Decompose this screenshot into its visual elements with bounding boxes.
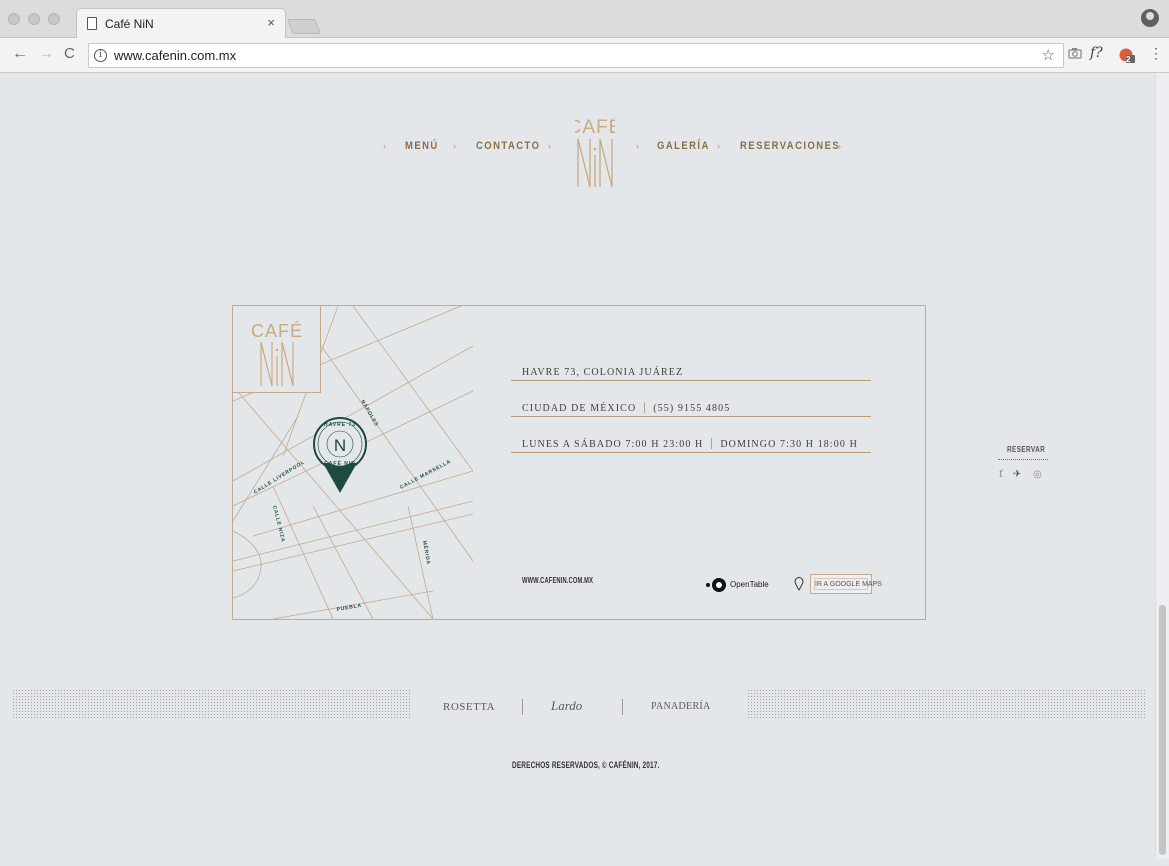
site-info-icon[interactable]: i: [94, 49, 107, 62]
reload-button[interactable]: C: [64, 45, 75, 62]
hours-line: LUNES A SÁBADO 7:00 H 23:00 H DOMINGO 7:3…: [522, 438, 858, 450]
nav-arrow-icon: ›: [548, 141, 551, 151]
city-phone-line: CIUDAD DE MÉXICO (55) 9155 4805: [522, 402, 730, 414]
sunday-hours-text: DOMINGO 7:30 H 18:00 H: [720, 439, 858, 450]
footer-dot-pattern: [12, 689, 410, 719]
card-logo: CAFÉ: [233, 306, 321, 393]
reservar-link[interactable]: RESERVAR: [1007, 445, 1045, 454]
profile-icon[interactable]: [1141, 9, 1159, 27]
forward-button[interactable]: →: [38, 45, 54, 63]
contact-card: NÁPOLES CALLE LIVERPOOL CALLE MARSELLA C…: [232, 305, 926, 620]
window-zoom-button[interactable]: [48, 13, 60, 25]
pin-ring-top-text: HAVRE 73: [324, 422, 356, 428]
footer-separator: [622, 699, 623, 715]
cafe-nin-logo[interactable]: CAFÉ: [568, 113, 621, 189]
panaderia-link[interactable]: PANADERÍA: [651, 701, 711, 712]
city-text: CIUDAD DE MÉXICO: [522, 403, 637, 414]
footer-dot-pattern: [747, 689, 1145, 719]
pin-letter: N: [334, 436, 346, 455]
formula-extension-icon[interactable]: f?: [1090, 45, 1103, 61]
nav-menu-link[interactable]: MENÚ: [405, 140, 439, 152]
browser-tab-bar: Café NiN ×: [0, 0, 1169, 39]
twitter-icon[interactable]: ✈: [1013, 469, 1021, 480]
nav-contacto-link[interactable]: CONTACTO: [476, 140, 540, 152]
divider: [511, 452, 871, 453]
url-text[interactable]: www.cafenin.com.mx: [114, 48, 236, 63]
reservar-divider: [998, 459, 1048, 461]
window-close-button[interactable]: [8, 13, 20, 25]
nav-arrow-icon: ›: [383, 141, 386, 151]
map-pin-icon[interactable]: HAVRE 73 CAFÉ NIN N: [311, 417, 367, 493]
back-button[interactable]: ←: [12, 45, 28, 63]
opentable-logo-icon: [712, 578, 726, 592]
address-bar[interactable]: i www.cafenin.com.mx ☆: [88, 43, 1064, 68]
extension-badge-count: 2: [1126, 55, 1131, 64]
map-street-label: MÉRIDA: [421, 540, 433, 566]
rosetta-link[interactable]: ROSETTA: [443, 701, 495, 713]
card-logo-text-top: CAFÉ: [251, 321, 303, 341]
page-scrollbar[interactable]: [1155, 73, 1169, 859]
page-content: › MENÚ › CONTACTO › CAFÉ › GALERÍA › RES…: [0, 73, 1155, 859]
tab-title: Café NiN: [105, 17, 154, 31]
location-map[interactable]: NÁPOLES CALLE LIVERPOOL CALLE MARSELLA C…: [233, 306, 473, 619]
opentable-label: OpenTable: [730, 580, 769, 589]
page-icon: [87, 17, 97, 30]
pin-ring-bottom-text: CAFÉ NIN: [324, 459, 356, 467]
google-maps-button-label: IR A GOOGLE MAPS: [814, 578, 882, 590]
logo-text-top: CAFÉ: [575, 117, 615, 138]
nav-arrow-icon: ›: [453, 141, 456, 151]
scrollbar-thumb[interactable]: [1159, 605, 1166, 855]
nav-arrow-icon: ›: [717, 141, 720, 151]
address-text: HAVRE 73, COLONIA JUÁREZ: [522, 367, 684, 378]
nav-arrow-icon: ›: [838, 141, 841, 151]
copyright-text: DERECHOS RESERVADOS, © CAFÉNIN, 2017.: [512, 760, 660, 770]
window-minimize-button[interactable]: [28, 13, 40, 25]
footer-separator: [522, 699, 523, 715]
facebook-icon[interactable]: f: [999, 469, 1003, 480]
divider: [511, 416, 871, 417]
website-link[interactable]: WWW.CAFENIN.COM.MX: [522, 576, 593, 585]
map-street-label: NÁPOLES: [359, 399, 380, 428]
divider: [511, 380, 871, 381]
phone-text[interactable]: (55) 9155 4805: [653, 403, 730, 414]
browser-menu-icon[interactable]: ⋮: [1149, 45, 1163, 62]
nav-galeria-link[interactable]: GALERÍA: [657, 140, 710, 152]
weekday-hours-text: LUNES A SÁBADO 7:00 H 23:00 H: [522, 439, 704, 450]
opentable-logo-icon: [706, 583, 710, 587]
map-street-label: CALLE MARSELLA: [399, 459, 452, 491]
location-pin-icon: [794, 577, 804, 591]
browser-toolbar: ← → C i www.cafenin.com.mx ☆ f? 2 ⋮: [0, 38, 1169, 73]
nav-reservaciones-link[interactable]: RESERVACIONES: [740, 140, 840, 152]
new-tab-button[interactable]: [287, 19, 321, 34]
tab-close-icon[interactable]: ×: [267, 15, 275, 30]
lardo-link[interactable]: Lardo: [551, 698, 582, 714]
map-street-label: PUEBLA: [336, 603, 362, 613]
map-street-label: CALLE LIVERPOOL: [253, 459, 306, 495]
instagram-icon[interactable]: ◎: [1033, 469, 1042, 480]
nav-arrow-icon: ›: [636, 141, 639, 151]
browser-tab[interactable]: Café NiN ×: [76, 8, 286, 39]
bookmark-star-icon[interactable]: ☆: [1042, 46, 1055, 64]
google-maps-button[interactable]: IR A GOOGLE MAPS: [810, 574, 882, 594]
camera-extension-icon[interactable]: [1068, 47, 1082, 62]
